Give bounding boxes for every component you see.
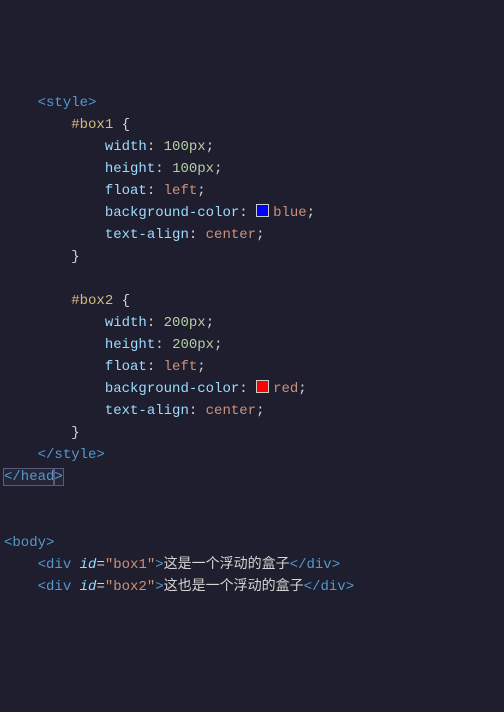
tag-div-open: <div bbox=[38, 557, 80, 573]
css-prop: width bbox=[105, 139, 147, 155]
tag-bracket: > bbox=[46, 535, 54, 551]
tag-bracket: > bbox=[346, 579, 354, 595]
tag-bracket: > bbox=[155, 557, 163, 573]
css-value: center bbox=[206, 403, 256, 419]
css-prop: height bbox=[105, 161, 155, 177]
tag-style-open: <style bbox=[38, 95, 88, 111]
code-editor[interactable]: <style> #box1 { width: 100px; height: 10… bbox=[4, 92, 504, 598]
css-prop: text-align bbox=[105, 403, 189, 419]
selector-box2: #box2 bbox=[71, 293, 113, 309]
tag-style-close: </style bbox=[38, 447, 97, 463]
tag-div-close: </div bbox=[290, 557, 332, 573]
text-content: 这是一个浮动的盒子 bbox=[164, 557, 290, 573]
tag-div-open: <div bbox=[38, 579, 80, 595]
brace-close: } bbox=[71, 425, 79, 441]
attr-value: box1 bbox=[113, 557, 147, 573]
css-prop: float bbox=[105, 183, 147, 199]
attr-value: box2 bbox=[113, 579, 147, 595]
attr-id: id bbox=[80, 557, 97, 573]
attr-id: id bbox=[80, 579, 97, 595]
tag-bracket: > bbox=[332, 557, 340, 573]
brace-open: { bbox=[122, 293, 130, 309]
css-value: center bbox=[206, 227, 256, 243]
color-swatch-icon bbox=[256, 204, 269, 217]
tag-bracket: > bbox=[88, 95, 96, 111]
css-number: 100 bbox=[164, 139, 189, 155]
css-value: red bbox=[273, 381, 298, 397]
css-prop: float bbox=[105, 359, 147, 375]
css-value: left bbox=[164, 359, 198, 375]
selector-box1: #box1 bbox=[71, 117, 113, 133]
tag-head-close: </head bbox=[4, 469, 54, 485]
css-value: blue bbox=[273, 205, 307, 221]
css-value: left bbox=[164, 183, 198, 199]
css-unit: px bbox=[197, 337, 214, 353]
tag-div-close: </div bbox=[304, 579, 346, 595]
css-number: 200 bbox=[172, 337, 197, 353]
tag-bracket: > bbox=[54, 469, 62, 485]
color-swatch-icon bbox=[256, 380, 269, 393]
brace-open: { bbox=[122, 117, 130, 133]
css-prop: background-color bbox=[105, 381, 239, 397]
css-number: 100 bbox=[172, 161, 197, 177]
css-number: 200 bbox=[164, 315, 189, 331]
tag-body-open: <body bbox=[4, 535, 46, 551]
css-prop: height bbox=[105, 337, 155, 353]
css-unit: px bbox=[189, 315, 206, 331]
css-unit: px bbox=[197, 161, 214, 177]
tag-bracket: > bbox=[155, 579, 163, 595]
text-content: 这也是一个浮动的盒子 bbox=[164, 579, 304, 595]
tag-bracket: > bbox=[96, 447, 104, 463]
css-prop: background-color bbox=[105, 205, 239, 221]
css-unit: px bbox=[189, 139, 206, 155]
css-prop: text-align bbox=[105, 227, 189, 243]
css-prop: width bbox=[105, 315, 147, 331]
brace-close: } bbox=[71, 249, 79, 265]
